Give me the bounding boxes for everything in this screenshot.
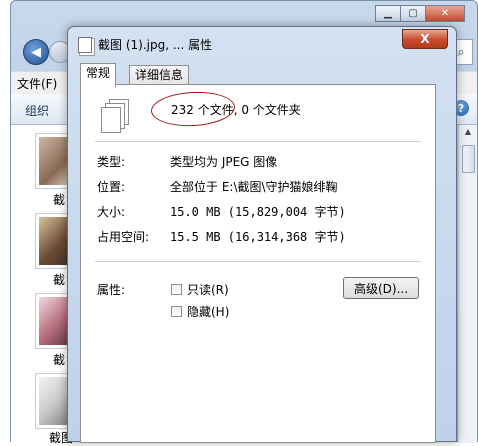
scrollbar[interactable]: ▲	[458, 125, 477, 443]
file-caption: 截	[53, 273, 66, 287]
file-caption: 截	[53, 353, 66, 367]
advanced-button[interactable]: 高级(D)...	[343, 277, 419, 299]
disk-size-label: 占用空间:	[97, 230, 150, 244]
window-controls: ▁ ▢ ✕	[375, 5, 465, 22]
location-value: 全部位于 E:\截图\守护猫娘绯鞠	[170, 180, 338, 194]
divider	[95, 141, 421, 142]
attributes-label: 属性:	[97, 283, 126, 297]
hidden-label[interactable]: 隐藏(H)	[187, 303, 229, 320]
menu-file[interactable]: 文件(F)	[17, 75, 57, 92]
tab-general[interactable]: 常规	[80, 63, 117, 87]
location-label: 位置:	[97, 180, 126, 194]
type-label: 类型:	[97, 155, 126, 169]
scroll-thumb[interactable]	[462, 145, 475, 173]
annotation-circle	[150, 89, 236, 129]
readonly-checkbox[interactable]	[171, 284, 182, 295]
size-label: 大小:	[97, 205, 126, 219]
type-value: 类型均为 JPEG 图像	[170, 155, 278, 169]
organize-button[interactable]: 组织	[25, 102, 49, 119]
multiple-files-icon	[101, 99, 131, 133]
dialog-title: 截图 (1).jpg, ... 属性	[98, 38, 213, 52]
properties-dialog: 截图 (1).jpg, ... 属性 X 常规 详细信息 232 个文件, 0 …	[67, 26, 457, 443]
minimize-button[interactable]: ▁	[375, 5, 401, 22]
maximize-button[interactable]: ▢	[400, 5, 426, 22]
tab-details[interactable]: 详细信息	[129, 65, 190, 86]
hidden-checkbox[interactable]	[171, 306, 182, 317]
size-value: 15.0 MB (15,829,004 字节)	[170, 205, 346, 219]
close-window-button[interactable]: ✕	[425, 5, 465, 22]
scroll-up-icon[interactable]: ▲	[462, 127, 474, 139]
file-caption: 截	[53, 193, 66, 207]
back-arrow-icon[interactable]: ◀	[23, 39, 49, 65]
disk-size-value: 15.5 MB (16,314,368 字节)	[170, 230, 346, 244]
dialog-close-button[interactable]: X	[402, 29, 448, 49]
files-icon	[78, 37, 92, 53]
general-tab-panel: 232 个文件, 0 个文件夹 类型: 类型均为 JPEG 图像 位置: 全部位…	[80, 84, 436, 443]
divider	[95, 261, 421, 262]
readonly-label[interactable]: 只读(R)	[187, 281, 229, 298]
